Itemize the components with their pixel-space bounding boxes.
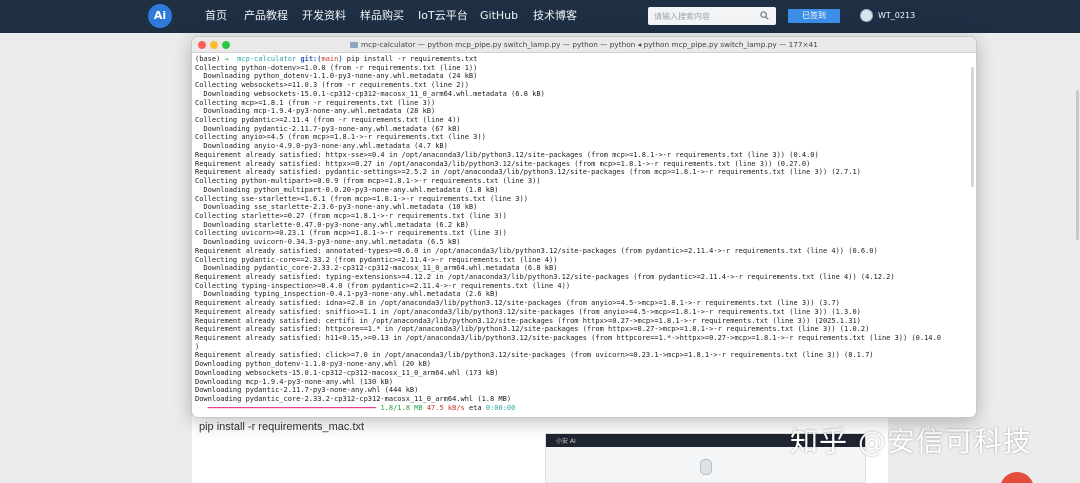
download-progress-line: ━━━━━━━━━━━━━━━━━━━━━━━━━━━━━━━━━━━━━━━━… [195,404,975,413]
terminal-line: Requirement already satisfied: certifi i… [195,316,861,325]
terminal-line: Requirement already satisfied: sniffio>=… [195,307,861,316]
download-eta: 0:00:00 [485,403,516,412]
nav-product-tutorials[interactable]: 产品教程 [244,9,288,23]
terminal-line: Requirement already satisfied: httpx>=0.… [195,159,811,168]
download-speed: 47.5 kB/s [426,403,465,412]
download-eta-label: eta [468,403,482,412]
terminal-line: Downloading uvicorn-0.34.3-py3-none-any.… [195,238,461,247]
search-input[interactable] [654,7,754,25]
terminal-line: Requirement already satisfied: click>=7.… [195,351,874,360]
nav-tech-blog[interactable]: 技术博客 [533,9,577,23]
terminal-line: Downloading typing_inspection-0.4.1-py3-… [195,290,499,299]
article-command-text: pip install -r requirements_mac.txt [199,421,365,433]
terminal-line: Downloading mcp-1.9.4-py3-none-any.whl.m… [195,107,436,116]
prompt-git-label: git:( [300,55,322,63]
nav-home[interactable]: 首页 [205,9,227,23]
terminal-line: Collecting anyio>=4.5 (from mcp>=1.8.1->… [195,133,486,142]
prompt-directory: mcp-calculator [237,55,297,63]
signin-button[interactable]: 已签到 [788,9,840,23]
site-logo[interactable]: Ai [148,4,172,28]
terminal-window: mcp-calculator — python mcp_pipe.py swit… [191,36,977,418]
nav-github[interactable]: GitHub [480,9,518,23]
prompt-arrow: → [224,55,229,63]
prompt-command: pip install -r requirements.txt [346,55,478,63]
terminal-line: Requirement already satisfied: httpcore=… [195,325,870,334]
terminal-scrollbar[interactable] [971,67,974,187]
prompt-git-close: ) [338,55,343,63]
user-avatar[interactable] [860,9,873,22]
terminal-line: Collecting python-multipart>=0.0.9 (from… [195,177,541,186]
terminal-line: Downloading pydantic_core-2.33.2-cp312-c… [195,395,512,404]
nav-sample-purchase[interactable]: 样品购买 [360,9,404,23]
download-size: 1.8/1.8 MB [380,403,423,412]
download-progress-bar: ━━━━━━━━━━━━━━━━━━━━━━━━━━━━━━━━━━━━━━━━ [207,403,377,412]
robot-icon [700,459,712,475]
terminal-line: Downloading anyio-4.9.0-py3-none-any.whl… [195,142,448,151]
terminal-line: Downloading pydantic-2.11.7-py3-none-any… [195,386,419,395]
terminal-line: Collecting pydantic>=2.11.4 (from -r req… [195,116,461,125]
terminal-line: Requirement already satisfied: h11<0.15,… [195,334,941,342]
terminal-line: Collecting typing-inspection>=0.4.0 (fro… [195,281,571,290]
terminal-title: mcp-calculator — python mcp_pipe.py swit… [192,40,976,49]
terminal-prompt-line: (base) → mcp-calculator git:(main) pip i… [195,55,975,64]
nav-dev-resources[interactable]: 开发资料 [302,9,346,23]
terminal-line: Downloading python_dotenv-1.1.0-py3-none… [195,360,432,369]
terminal-line: Downloading mcp-1.9.4-py3-none-any.whl (… [195,377,394,386]
terminal-titlebar[interactable]: mcp-calculator — python mcp_pipe.py swit… [192,37,976,53]
prompt-env: (base) [195,55,221,63]
terminal-title-text: mcp-calculator — python mcp_pipe.py swit… [361,40,818,49]
floating-action-button[interactable] [1000,472,1034,483]
terminal-line: Downloading websockets-15.0.1-cp312-cp31… [195,89,545,98]
terminal-line: Downloading websockets-15.0.1-cp312-cp31… [195,368,499,377]
username[interactable]: WT_0213 [878,9,915,23]
watermark: 知乎 @安信可科技 [790,425,1032,458]
terminal-output[interactable]: (base) → mcp-calculator git:(main) pip i… [195,55,975,417]
page-scrollbar[interactable] [1076,90,1079,240]
folder-icon [350,42,359,48]
terminal-line: Requirement already satisfied: annotated… [195,246,878,255]
site-nav: Ai 首页 产品教程 开发资料 样品购买 IoT云平台 GitHub 技术博客 … [0,0,1080,33]
terminal-line: Collecting uvicorn>=0.23.1 (from mcp>=1.… [195,229,507,238]
terminal-lines: Collecting python-dotenv>=1.0.0 (from -r… [195,64,975,404]
terminal-line: Collecting websockets>=11.0.3 (from -r r… [195,81,469,90]
terminal-line: Downloading python_dotenv-1.1.0-py3-none… [195,72,478,81]
terminal-line: Collecting python-dotenv>=1.0.0 (from -r… [195,63,478,72]
terminal-line: Downloading pydantic_core-2.33.2-cp312-c… [195,264,558,273]
terminal-line: Requirement already satisfied: pydantic-… [195,168,861,177]
prompt-branch: main [321,55,339,63]
search-box [648,7,776,25]
terminal-line: Collecting mcp>=1.8.1 (from -r requireme… [195,98,436,107]
search-icon[interactable] [760,11,769,20]
terminal-line: Downloading starlette-0.47.0-py3-none-an… [195,220,469,229]
terminal-line: ) [195,342,200,351]
terminal-line: Collecting sse-starlette>=1.6.1 (from mc… [195,194,528,203]
terminal-line: Requirement already satisfied: httpx-sse… [195,150,819,159]
terminal-line: Collecting starlette>=0.27 (from mcp>=1.… [195,211,507,220]
terminal-line: Downloading python_multipart-0.0.20-py3-… [195,185,499,194]
terminal-line: Requirement already satisfied: typing-ex… [195,272,895,281]
nav-iot-cloud[interactable]: IoT云平台 [418,9,468,23]
terminal-line: Requirement already satisfied: idna>=2.8… [195,299,840,308]
terminal-line: Downloading sse_starlette-2.3.6-py3-none… [195,203,478,212]
screenshot-title: 小安 AI [556,438,576,445]
terminal-line: Collecting pydantic-core==2.33.2 (from p… [195,255,558,264]
terminal-line: Downloading pydantic-2.11.7-py3-none-any… [195,124,461,133]
